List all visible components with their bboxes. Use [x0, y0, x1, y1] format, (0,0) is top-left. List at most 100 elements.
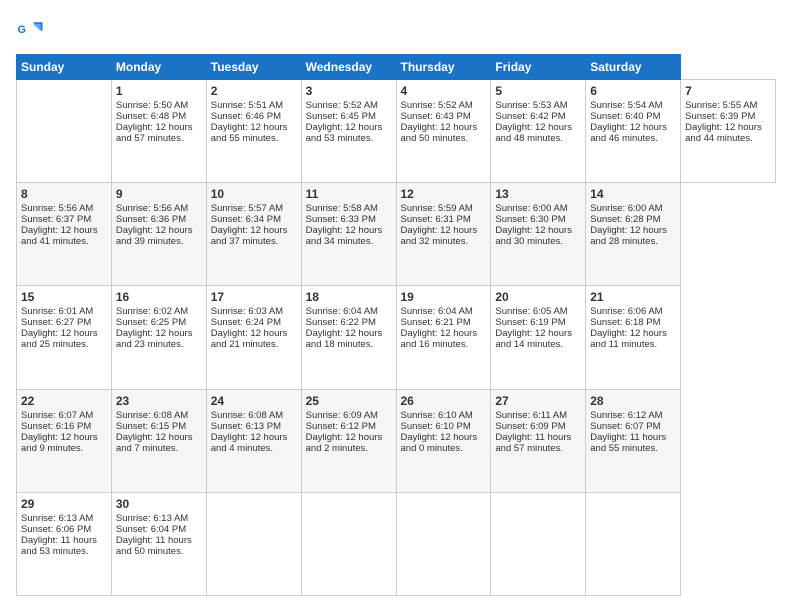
day-info-line: Sunset: 6:45 PM — [306, 111, 392, 122]
day-info-line: Daylight: 12 hours — [495, 225, 581, 236]
day-cell-3: 3Sunrise: 5:52 AMSunset: 6:45 PMDaylight… — [301, 80, 396, 183]
day-info-line: Sunrise: 6:08 AM — [116, 410, 202, 421]
day-info-line: Sunset: 6:30 PM — [495, 214, 581, 225]
day-info-line: and 37 minutes. — [211, 236, 297, 247]
day-number: 19 — [401, 290, 487, 304]
col-header-wednesday: Wednesday — [301, 55, 396, 80]
day-number: 29 — [21, 497, 107, 511]
day-cell-26: 26Sunrise: 6:10 AMSunset: 6:10 PMDayligh… — [396, 389, 491, 492]
day-info-line: Daylight: 12 hours — [21, 328, 107, 339]
day-info-line: Daylight: 12 hours — [306, 432, 392, 443]
day-info-line: Sunrise: 5:55 AM — [685, 100, 771, 111]
day-info-line: Sunrise: 6:11 AM — [495, 410, 581, 421]
day-info-line: Sunrise: 6:13 AM — [116, 513, 202, 524]
day-info-line: Sunrise: 6:03 AM — [211, 306, 297, 317]
day-cell-13: 13Sunrise: 6:00 AMSunset: 6:30 PMDayligh… — [491, 183, 586, 286]
empty-cell — [586, 492, 681, 595]
day-info-line: Sunset: 6:12 PM — [306, 421, 392, 432]
day-info-line: Daylight: 12 hours — [211, 122, 297, 133]
day-info-line: Sunset: 6:15 PM — [116, 421, 202, 432]
day-info-line: and 55 minutes. — [211, 133, 297, 144]
day-cell-19: 19Sunrise: 6:04 AMSunset: 6:21 PMDayligh… — [396, 286, 491, 389]
day-info-line: Daylight: 12 hours — [21, 432, 107, 443]
day-info-line: Sunset: 6:43 PM — [401, 111, 487, 122]
day-info-line: Sunset: 6:48 PM — [116, 111, 202, 122]
day-info-line: Sunrise: 6:00 AM — [590, 203, 676, 214]
day-number: 30 — [116, 497, 202, 511]
day-info-line: and 30 minutes. — [495, 236, 581, 247]
day-cell-11: 11Sunrise: 5:58 AMSunset: 6:33 PMDayligh… — [301, 183, 396, 286]
day-cell-17: 17Sunrise: 6:03 AMSunset: 6:24 PMDayligh… — [206, 286, 301, 389]
day-info-line: Sunrise: 6:00 AM — [495, 203, 581, 214]
day-info-line: and 50 minutes. — [401, 133, 487, 144]
day-info-line: Sunrise: 6:08 AM — [211, 410, 297, 421]
day-number: 26 — [401, 394, 487, 408]
day-info-line: and 0 minutes. — [401, 443, 487, 454]
day-cell-30: 30Sunrise: 6:13 AMSunset: 6:04 PMDayligh… — [111, 492, 206, 595]
day-info-line: Sunrise: 6:02 AM — [116, 306, 202, 317]
day-cell-25: 25 Sunrise: 6:09 AMSunset: 6:12 PMDayligh… — [301, 389, 396, 492]
day-info-line: and 41 minutes. — [21, 236, 107, 247]
day-cell-24: 24Sunrise: 6:08 AMSunset: 6:13 PMDayligh… — [206, 389, 301, 492]
empty-cell — [491, 492, 586, 595]
day-cell-20: 20Sunrise: 6:05 AMSunset: 6:19 PMDayligh… — [491, 286, 586, 389]
day-info-line: Daylight: 11 hours — [590, 432, 676, 443]
day-cell-8: 8Sunrise: 5:56 AMSunset: 6:37 PMDaylight… — [17, 183, 112, 286]
day-info-line: and 21 minutes. — [211, 339, 297, 350]
day-cell-23: 23Sunrise: 6:08 AMSunset: 6:15 PMDayligh… — [111, 389, 206, 492]
day-info-line: Daylight: 12 hours — [306, 225, 392, 236]
col-header-monday: Monday — [111, 55, 206, 80]
day-info-line: Daylight: 12 hours — [401, 432, 487, 443]
day-info-line: Sunrise: 5:53 AM — [495, 100, 581, 111]
svg-text:G: G — [18, 24, 26, 36]
week-row-3: 15Sunrise: 6:01 AMSunset: 6:27 PMDayligh… — [17, 286, 776, 389]
day-info-line: Daylight: 11 hours — [495, 432, 581, 443]
logo: G — [16, 16, 48, 44]
day-cell-16: 16Sunrise: 6:02 AMSunset: 6:25 PMDayligh… — [111, 286, 206, 389]
day-number: 5 — [495, 84, 581, 98]
day-number: 21 — [590, 290, 676, 304]
day-info-line: and 57 minutes. — [495, 443, 581, 454]
day-number: 9 — [116, 187, 202, 201]
day-info-line: Sunrise: 6:07 AM — [21, 410, 107, 421]
day-info-line: Sunset: 6:36 PM — [116, 214, 202, 225]
day-info-line: Sunset: 6:39 PM — [685, 111, 771, 122]
day-info-line: Sunset: 6:25 PM — [116, 317, 202, 328]
day-info-line: Sunrise: 6:09 AM — [306, 410, 392, 421]
day-info-line: Daylight: 11 hours — [21, 535, 107, 546]
col-header-thursday: Thursday — [396, 55, 491, 80]
day-info-line: Daylight: 12 hours — [116, 225, 202, 236]
day-info-line: Sunset: 6:31 PM — [401, 214, 487, 225]
day-info-line: Daylight: 12 hours — [306, 328, 392, 339]
day-info-line: Sunset: 6:04 PM — [116, 524, 202, 535]
day-cell-15: 15Sunrise: 6:01 AMSunset: 6:27 PMDayligh… — [17, 286, 112, 389]
day-info-line: Daylight: 12 hours — [211, 328, 297, 339]
day-info-line: and 53 minutes. — [306, 133, 392, 144]
day-number: 18 — [306, 290, 392, 304]
day-number: 27 — [495, 394, 581, 408]
day-number: 25 — [306, 394, 392, 408]
day-info-line: Daylight: 12 hours — [495, 328, 581, 339]
empty-cell — [301, 492, 396, 595]
day-info-line: Sunrise: 5:52 AM — [401, 100, 487, 111]
day-info-line: Daylight: 12 hours — [685, 122, 771, 133]
day-cell-2: 2Sunrise: 5:51 AMSunset: 6:46 PMDaylight… — [206, 80, 301, 183]
day-info-line: and 2 minutes. — [306, 443, 392, 454]
day-info-line: Sunset: 6:19 PM — [495, 317, 581, 328]
day-cell-10: 10Sunrise: 5:57 AMSunset: 6:34 PMDayligh… — [206, 183, 301, 286]
day-info-line: Daylight: 12 hours — [495, 122, 581, 133]
day-info-line: and 11 minutes. — [590, 339, 676, 350]
day-cell-6: 6Sunrise: 5:54 AMSunset: 6:40 PMDaylight… — [586, 80, 681, 183]
day-info-line: Daylight: 12 hours — [116, 122, 202, 133]
header-row: SundayMondayTuesdayWednesdayThursdayFrid… — [17, 55, 776, 80]
col-header-sunday: Sunday — [17, 55, 112, 80]
day-number: 2 — [211, 84, 297, 98]
col-header-saturday: Saturday — [586, 55, 681, 80]
day-info-line: Daylight: 12 hours — [401, 122, 487, 133]
day-info-line: Sunset: 6:13 PM — [211, 421, 297, 432]
day-info-line: Sunset: 6:22 PM — [306, 317, 392, 328]
day-number: 6 — [590, 84, 676, 98]
day-info-line: Sunrise: 5:59 AM — [401, 203, 487, 214]
header: G — [16, 16, 776, 44]
day-number: 15 — [21, 290, 107, 304]
